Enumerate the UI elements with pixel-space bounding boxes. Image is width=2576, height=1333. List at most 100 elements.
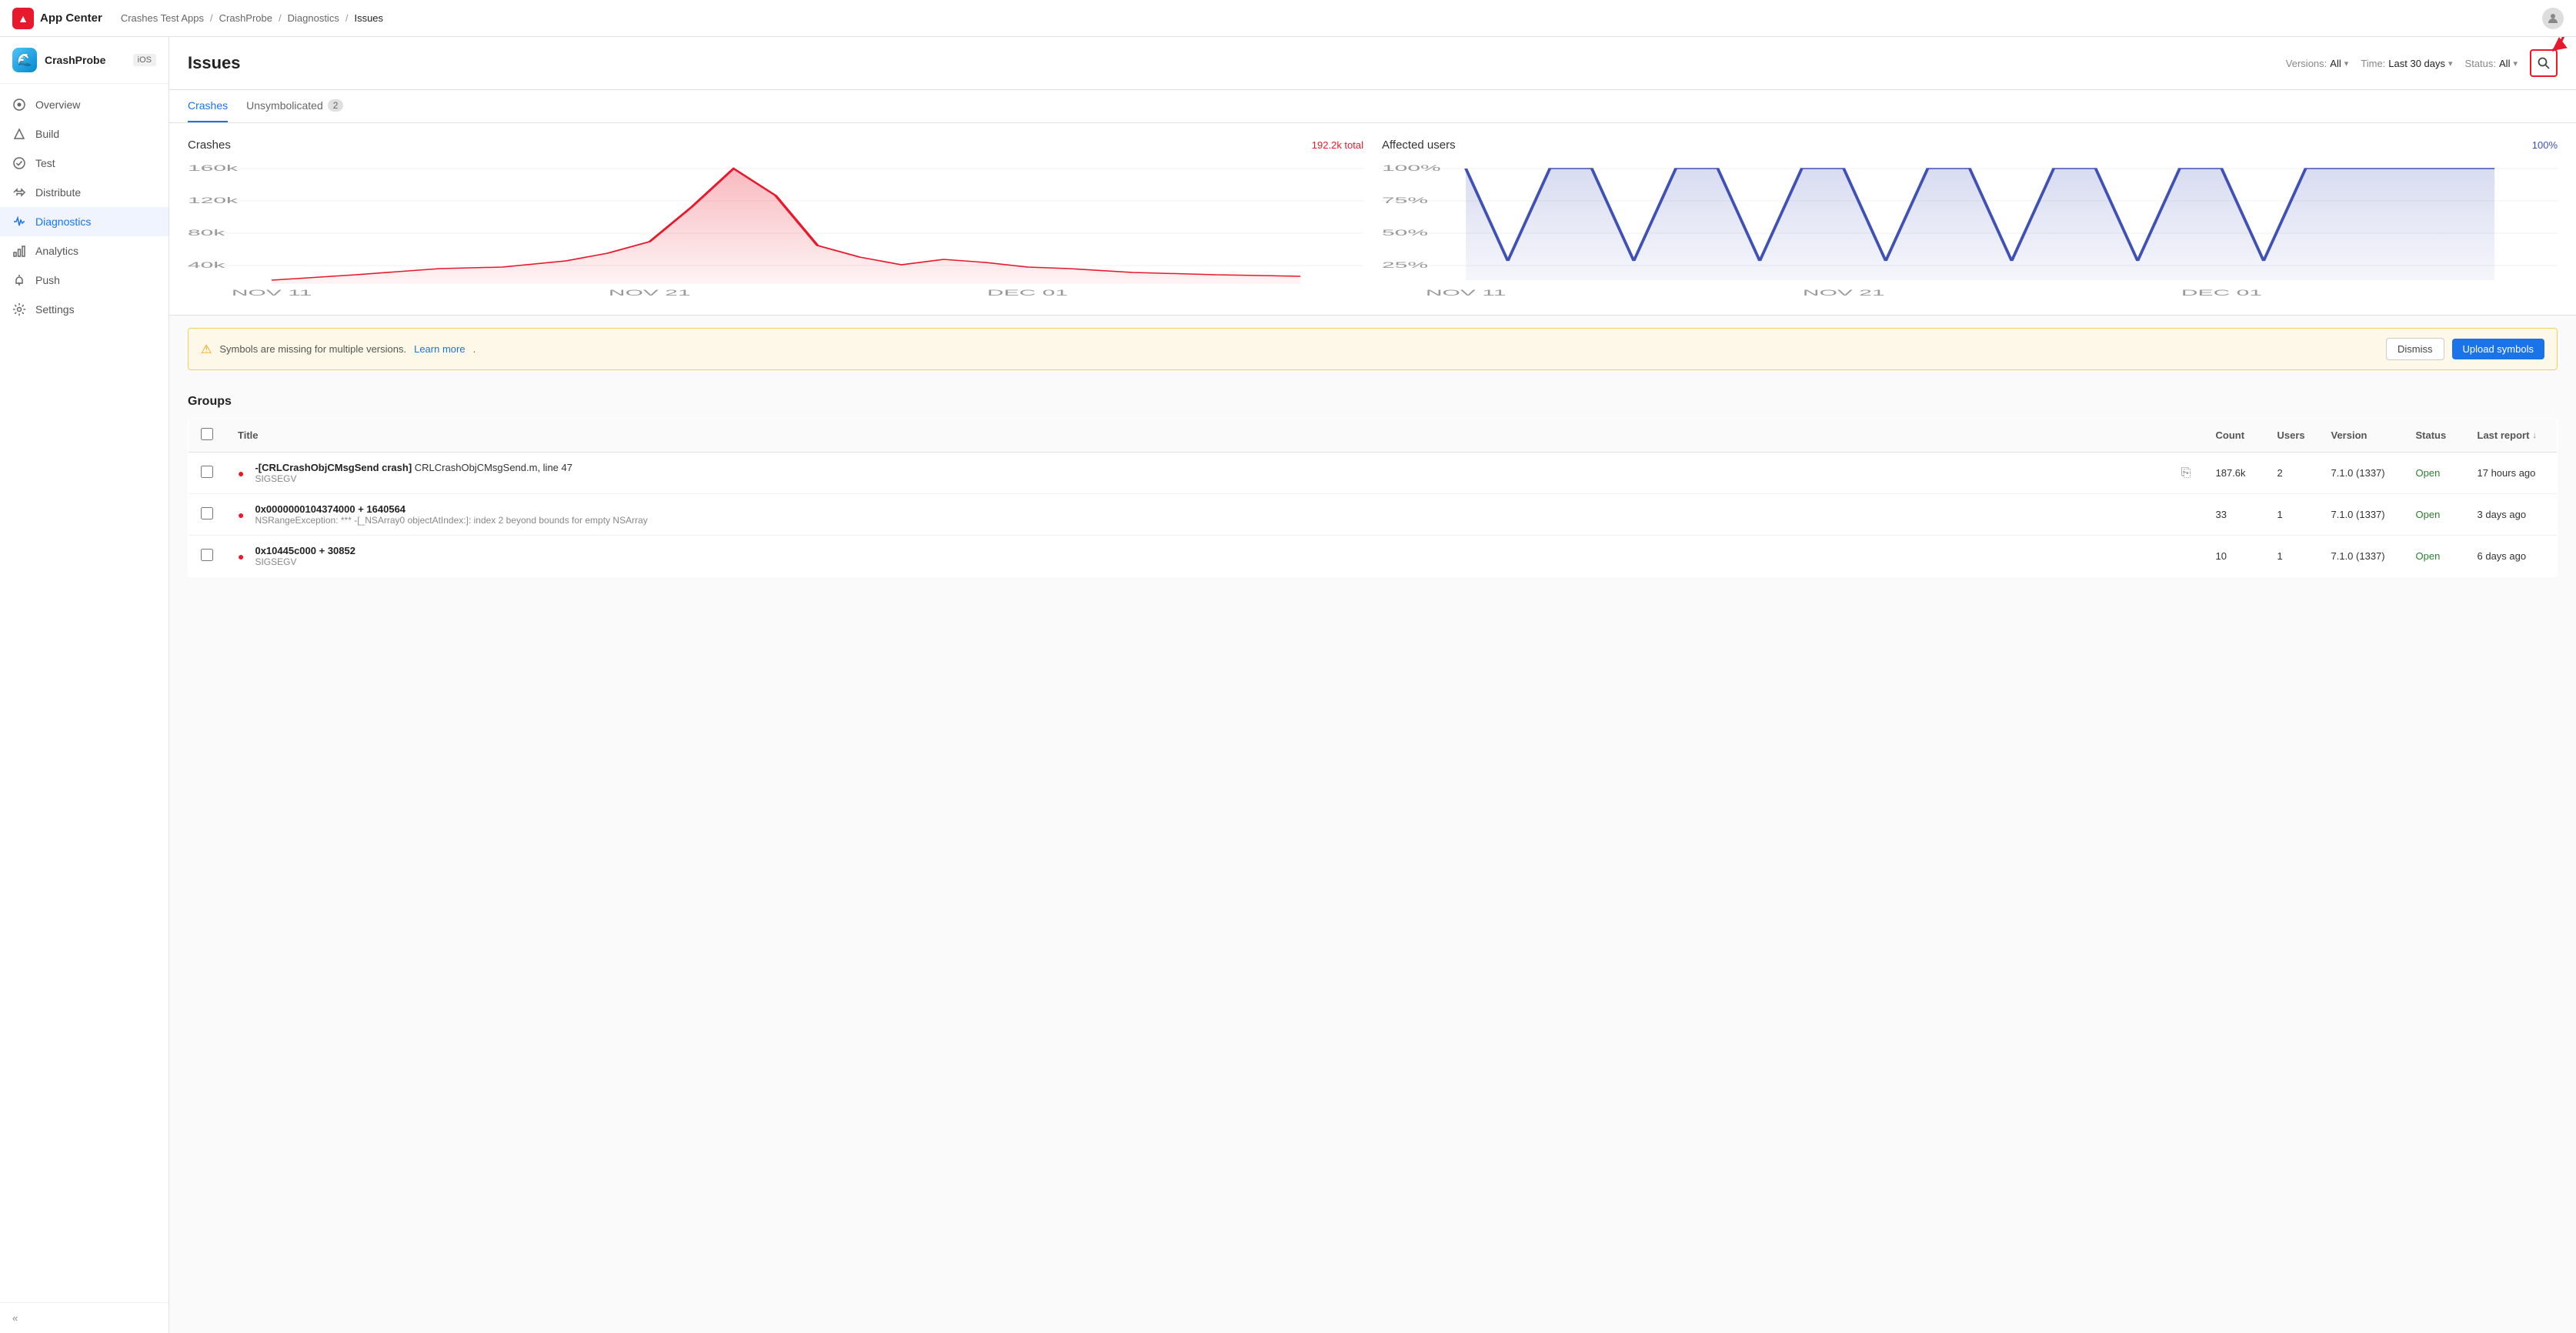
- row-checkbox-cell: [189, 494, 226, 536]
- th-last-report[interactable]: Last report ↓: [2465, 419, 2558, 453]
- top-nav: ▲ App Center Crashes Test Apps / CrashPr…: [0, 0, 2576, 37]
- time-control[interactable]: Time: Last 30 days ▾: [2361, 58, 2452, 69]
- row-title-cell: ● 0x10445c000 + 30852 SIGSEGV: [225, 536, 2204, 577]
- select-all-checkbox[interactable]: [201, 428, 213, 440]
- row-status: Open: [2404, 536, 2465, 577]
- affected-users-chart-area: 100% 75% 50% 25% NOV 11 NOV 21 DEC 01: [1382, 161, 2558, 299]
- search-button[interactable]: [2530, 49, 2558, 77]
- analytics-icon: [12, 244, 26, 258]
- table-header-row: Title Count Users Version Status: [189, 419, 2558, 453]
- affected-users-chart-title: Affected users: [1382, 139, 1456, 152]
- app-name: CrashProbe: [45, 54, 105, 66]
- collapse-icon: «: [12, 1312, 18, 1324]
- tab-unsymbolicated[interactable]: Unsymbolicated 2: [246, 90, 343, 122]
- push-icon: [12, 273, 26, 287]
- row-checkbox-2[interactable]: [201, 549, 213, 561]
- th-title: Title: [225, 419, 2204, 453]
- breadcrumb-current: Issues: [354, 12, 383, 24]
- tab-crashes[interactable]: Crashes: [188, 90, 228, 122]
- crash-method[interactable]: -[CRLCrashObjCMsgSend crash] CRLCrashObj…: [255, 462, 2174, 473]
- error-icon: ●: [238, 550, 244, 563]
- th-last-report-label: Last report: [2478, 429, 2530, 441]
- app-logo[interactable]: ▲ App Center: [12, 8, 102, 29]
- row-status: Open: [2404, 494, 2465, 536]
- row-version: 7.1.0 (1337): [2319, 453, 2404, 494]
- sidebar-item-diagnostics-label: Diagnostics: [35, 215, 91, 228]
- row-count: 10: [2204, 536, 2265, 577]
- tab-crashes-label: Crashes: [188, 99, 228, 112]
- crashes-chart-title: Crashes: [188, 139, 231, 152]
- svg-text:80k: 80k: [188, 228, 225, 237]
- table-row: ● 0x0000000104374000 + 1640564 NSRangeEx…: [189, 494, 2558, 536]
- sidebar-item-overview[interactable]: Overview: [0, 90, 169, 119]
- distribute-icon: [12, 185, 26, 199]
- warning-learn-more-link[interactable]: Learn more: [414, 343, 465, 355]
- time-value: Last 30 days: [2388, 58, 2445, 69]
- th-count-label: Count: [2216, 429, 2245, 441]
- tabs-row: Crashes Unsymbolicated 2: [169, 90, 2576, 123]
- crash-method[interactable]: 0x10445c000 + 30852: [255, 545, 2191, 556]
- app-platform: iOS: [133, 54, 156, 66]
- breadcrumb: Crashes Test Apps / CrashProbe / Diagnos…: [121, 12, 2542, 24]
- settings-icon: [12, 302, 26, 316]
- sidebar-item-distribute[interactable]: Distribute: [0, 178, 169, 207]
- breadcrumb-item-3[interactable]: Diagnostics: [288, 12, 339, 24]
- sidebar-item-diagnostics[interactable]: Diagnostics: [0, 207, 169, 236]
- charts-row: Crashes 192.2k total 160k 120k: [188, 139, 2558, 299]
- affected-users-chart: Affected users 100%: [1382, 139, 2558, 299]
- status-control[interactable]: Status: All ▾: [2465, 58, 2518, 69]
- sidebar-item-distribute-label: Distribute: [35, 186, 81, 199]
- sidebar-item-settings-label: Settings: [35, 303, 75, 316]
- row-checkbox-1[interactable]: [201, 507, 213, 520]
- app-icon: 🌊: [12, 48, 37, 72]
- svg-text:NOV 21: NOV 21: [1803, 288, 1885, 297]
- sidebar: 🌊 CrashProbe iOS Overview Build: [0, 37, 169, 1333]
- th-status: Status: [2404, 419, 2465, 453]
- row-users: 1: [2265, 536, 2319, 577]
- collapse-button[interactable]: «: [12, 1312, 156, 1324]
- dismiss-button[interactable]: Dismiss: [2386, 338, 2444, 360]
- warning-icon: ⚠: [201, 342, 212, 357]
- groups-table: Title Count Users Version Status: [188, 418, 2558, 577]
- breadcrumb-item-1[interactable]: Crashes Test Apps: [121, 12, 204, 24]
- user-avatar[interactable]: [2542, 8, 2564, 29]
- versions-label: Versions:: [2286, 58, 2327, 69]
- sidebar-app-info[interactable]: 🌊 CrashProbe: [12, 48, 105, 72]
- error-icon: ●: [238, 467, 244, 479]
- diagnostics-icon: [12, 215, 26, 229]
- sidebar-item-push-label: Push: [35, 274, 60, 286]
- versions-control[interactable]: Versions: All ▾: [2286, 58, 2348, 69]
- clipboard-icon[interactable]: ⎘: [2181, 466, 2191, 480]
- triangle-icon: [12, 127, 26, 141]
- breadcrumb-item-2[interactable]: CrashProbe: [219, 12, 272, 24]
- groups-section: Groups Title Count Users: [169, 383, 2576, 596]
- sidebar-item-build[interactable]: Build: [0, 119, 169, 149]
- sidebar-item-analytics[interactable]: Analytics: [0, 236, 169, 266]
- sidebar-item-settings[interactable]: Settings: [0, 295, 169, 324]
- row-last-report: 6 days ago: [2465, 536, 2558, 577]
- sidebar-item-overview-label: Overview: [35, 99, 80, 111]
- crashes-chart-area: 160k 120k 80k 40k: [188, 161, 1363, 299]
- svg-text:40k: 40k: [188, 260, 225, 269]
- main-layout: 🌊 CrashProbe iOS Overview Build: [0, 37, 2576, 1333]
- check-circle-icon: [12, 156, 26, 170]
- th-users-label: Users: [2277, 429, 2305, 441]
- row-status: Open: [2404, 453, 2465, 494]
- crash-subtitle: SIGSEGV: [255, 556, 2191, 567]
- row-title-cell: ● -[CRLCrashObjCMsgSend crash] CRLCrashO…: [225, 453, 2204, 494]
- warning-message: ⚠ Symbols are missing for multiple versi…: [201, 342, 475, 357]
- svg-text:120k: 120k: [188, 195, 239, 205]
- row-version: 7.1.0 (1337): [2319, 494, 2404, 536]
- content-area: Issues Versions: All ▾ Time: Last 30 day…: [169, 37, 2576, 1333]
- warning-text: Symbols are missing for multiple version…: [219, 343, 406, 355]
- groups-title: Groups: [188, 383, 2558, 418]
- sidebar-item-build-label: Build: [35, 128, 59, 140]
- sidebar-item-push[interactable]: Push: [0, 266, 169, 295]
- th-checkbox: [189, 419, 226, 453]
- upload-symbols-button[interactable]: Upload symbols: [2452, 339, 2545, 359]
- status-chevron: ▾: [2513, 58, 2518, 68]
- row-checkbox-0[interactable]: [201, 466, 213, 478]
- crash-method[interactable]: 0x0000000104374000 + 1640564: [255, 503, 2191, 515]
- app-center-label: App Center: [40, 12, 102, 25]
- sidebar-item-test[interactable]: Test: [0, 149, 169, 178]
